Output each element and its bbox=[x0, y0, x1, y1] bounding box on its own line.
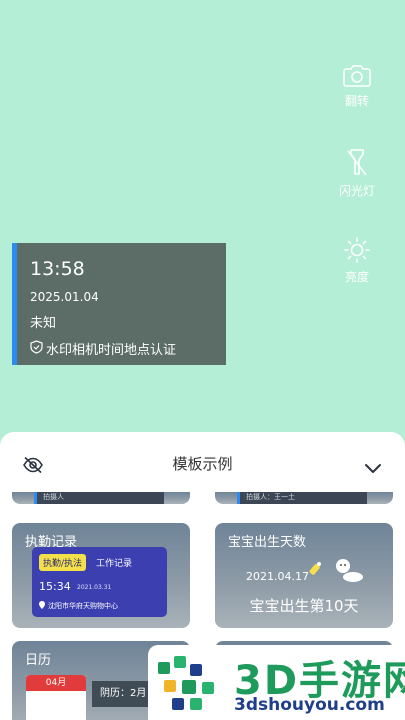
baby-date: 2021.04.17 bbox=[246, 570, 309, 583]
brightness-button[interactable]: 亮度 bbox=[337, 236, 377, 285]
template-title: 宝宝出生天数 bbox=[228, 535, 307, 550]
sheet-title: 模板示例 bbox=[172, 455, 233, 473]
attendance-preview: 执勤/执法 工作记录 15:34 2021.03.31 沈阳市华府天购物中心 bbox=[32, 547, 167, 617]
shield-check-icon bbox=[30, 339, 46, 358]
location-pin-icon bbox=[39, 601, 48, 611]
attendance-time: 15:34 bbox=[39, 580, 71, 593]
flash-button[interactable]: 闪光灯 bbox=[337, 148, 377, 199]
brand-url: 3dshouyou.com bbox=[234, 695, 385, 715]
partial-tile-text: 拍摄人：王一土 bbox=[237, 492, 367, 504]
attendance-badge: 执勤/执法 bbox=[39, 554, 87, 571]
chevron-down-icon[interactable] bbox=[364, 459, 382, 478]
calendar-month: 04月 bbox=[26, 675, 86, 691]
template-tile-attendance[interactable]: 执勤记录 执勤/执法 工作记录 15:34 2021.03.31 沈阳市华府天购… bbox=[12, 523, 190, 628]
partial-tile-text: 拍摄人 bbox=[34, 492, 164, 504]
flip-camera-button[interactable]: 翻转 bbox=[337, 62, 377, 109]
template-title: 日历 bbox=[25, 653, 52, 668]
attendance-place: 沈阳市华府天购物中心 bbox=[39, 601, 118, 611]
watermark-auth-text: 水印相机时间地点认证 bbox=[46, 343, 177, 358]
watermark-date: 2025.01.04 bbox=[30, 290, 99, 304]
template-tile-partial[interactable]: 拍摄人 bbox=[12, 492, 190, 504]
attendance-date: 2021.03.31 bbox=[77, 584, 112, 591]
template-tile-baby[interactable]: 宝宝出生天数 2021.04.17 宝宝出生第10天 bbox=[215, 523, 393, 628]
template-sheet-header: 模板示例 bbox=[0, 432, 405, 492]
watermark-auth: 水印相机时间地点认证 bbox=[30, 339, 226, 358]
watermark-time: 13:58 bbox=[30, 258, 85, 280]
flash-off-icon bbox=[345, 148, 369, 178]
flash-label: 闪光灯 bbox=[338, 184, 375, 198]
sun-icon bbox=[343, 236, 371, 264]
baby-icon bbox=[331, 557, 365, 587]
attendance-place-text: 沈阳市华府天购物中心 bbox=[48, 602, 118, 610]
flip-label: 翻转 bbox=[344, 94, 369, 108]
watermark-card[interactable]: 13:58 2025.01.04 未知 水印相机时间地点认证 bbox=[12, 243, 226, 365]
attendance-worklog: 工作记录 bbox=[96, 559, 133, 569]
baby-days-text: 宝宝出生第10天 bbox=[249, 597, 359, 615]
calendar-icon: 04月 bbox=[26, 675, 86, 720]
template-tile-partial[interactable]: 拍摄人：王一土 bbox=[215, 492, 393, 504]
brightness-label: 亮度 bbox=[344, 270, 369, 284]
watermark-location: 未知 bbox=[30, 316, 57, 331]
site-watermark: 3D手游网 3dshouyou.com bbox=[148, 645, 405, 720]
baby-bottle-icon bbox=[307, 561, 323, 581]
brand-logo-icon bbox=[154, 654, 224, 718]
camera-flip-icon bbox=[342, 62, 372, 88]
